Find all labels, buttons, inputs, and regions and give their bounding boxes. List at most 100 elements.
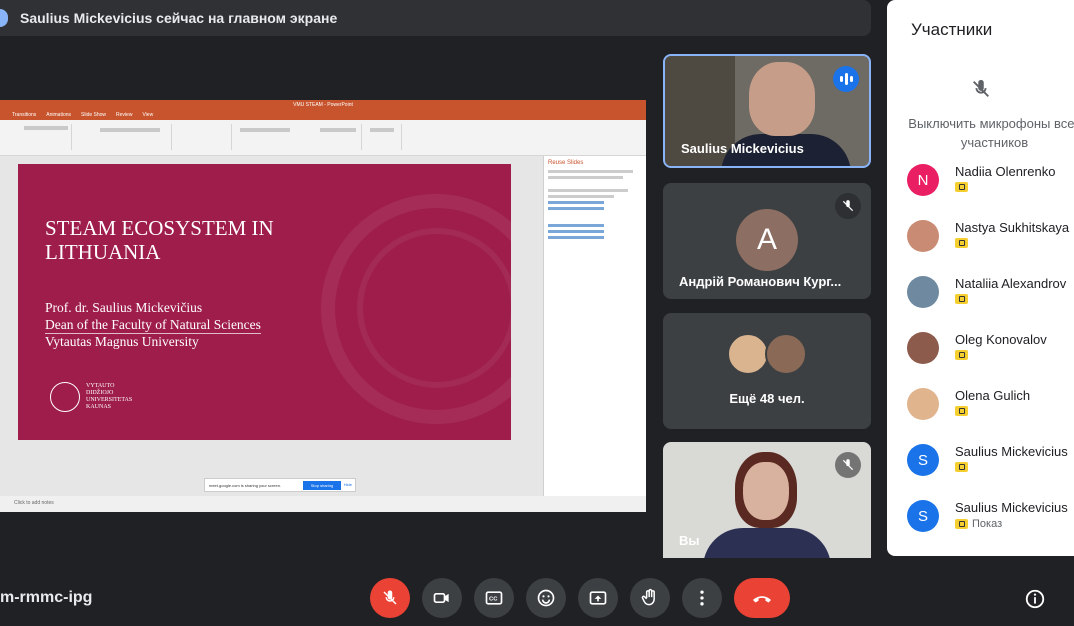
participant-thumbnail	[727, 333, 769, 375]
ppt-ribbon	[0, 120, 646, 156]
avatar	[907, 388, 939, 420]
paragraph-tools	[100, 128, 160, 132]
ppt-tab: Animations	[46, 112, 72, 118]
reactions-button[interactable]	[526, 578, 566, 618]
avatar: N	[907, 164, 939, 196]
participant-name: Nataliia Alexandrov	[955, 276, 1067, 291]
participant-row[interactable]: S Saulius Mickevicius	[887, 440, 1074, 496]
presenting-label: Показ	[972, 518, 1003, 530]
panel-title: Участники	[911, 20, 993, 39]
presenting-banner: Saulius Mickevicius сейчас на главном эк…	[0, 0, 871, 36]
participant-name: Oleg Konovalov	[955, 332, 1047, 347]
participant-name: Saulius Mickevicius	[955, 500, 1068, 515]
hide-share-notice-button[interactable]: Hide	[344, 482, 352, 487]
present-screen-button[interactable]	[578, 578, 618, 618]
leave-call-button[interactable]	[734, 578, 790, 618]
screen-share-icon	[955, 350, 968, 360]
slide-university: Vytautas Magnus University	[45, 334, 199, 349]
banner-text: Saulius Mickevicius сейчас на главном эк…	[20, 10, 338, 26]
participant-row[interactable]: N Nadiia Olenrenko	[887, 160, 1074, 216]
speaker-face	[749, 62, 815, 136]
screen-share-icon	[955, 462, 968, 472]
hand-icon	[641, 588, 655, 606]
presenting-badge	[955, 182, 968, 192]
captions-icon: CC	[485, 591, 503, 605]
more-participants-tile[interactable]: Ещё 48 чел.	[663, 313, 871, 429]
captions-button[interactable]: CC	[474, 578, 514, 618]
reuse-slides-title: Reuse Slides	[548, 160, 584, 166]
avatar	[907, 332, 939, 364]
mic-off-icon	[383, 590, 397, 605]
screen-share-icon	[955, 182, 968, 192]
pane-link	[548, 201, 605, 204]
participant-name: Saulius Mickevicius	[955, 444, 1068, 459]
presenting-badge	[955, 294, 968, 304]
raise-hand-button[interactable]	[630, 578, 670, 618]
tile-name: Вы	[679, 533, 700, 548]
font-box	[24, 126, 68, 130]
video-tile-self[interactable]: Вы	[663, 442, 871, 558]
ribbon-group	[172, 124, 232, 150]
share-notice-text: meet.google.com is sharing your screen.	[209, 482, 282, 488]
participant-name: Nadiia Olenrenko	[955, 164, 1056, 179]
pane-link	[548, 230, 605, 233]
avatar: A	[736, 209, 798, 271]
participant-row[interactable]: Nastya Sukhitskaya	[887, 216, 1074, 272]
mic-off-icon	[835, 452, 861, 478]
participant-name: Olena Gulich	[955, 388, 1031, 403]
notes-placeholder: Click to add notes	[14, 500, 54, 506]
meet-window: Saulius Mickevicius сейчас на главном эк…	[0, 0, 1074, 626]
more-options-button[interactable]	[682, 578, 722, 618]
tile-name: Saulius Mickevicius	[681, 141, 804, 156]
shape-fill	[320, 128, 356, 132]
video-tile-participant[interactable]: A Андрій Романович Кург...	[663, 183, 871, 299]
presenting-badge: Показ	[955, 518, 1002, 530]
shape-tools	[240, 128, 290, 132]
info-icon	[1025, 589, 1045, 609]
mute-all-label: Выключить микрофоны всех участников	[908, 116, 1074, 150]
pane-link	[548, 207, 605, 210]
slide-position: Dean of the Faculty of Natural Sciences	[45, 317, 261, 334]
shared-screen: VMU STEAM - PowerPoint Transitions Anima…	[0, 100, 646, 512]
find-tools	[370, 128, 394, 132]
stop-sharing-button[interactable]: Stop sharing	[303, 481, 341, 490]
ppt-window-title: VMU STEAM - PowerPoint	[0, 100, 646, 110]
meeting-code: m-rmmc-ipg	[0, 589, 93, 606]
university-logo: VYTAUTO DIDŽIOJO UNIVERSITETAS KAUNAS	[50, 382, 132, 412]
banner-indicator	[0, 9, 8, 27]
self-body	[703, 528, 831, 558]
screen-share-icon	[955, 519, 968, 529]
ppt-tab: Review	[116, 112, 133, 118]
meeting-details-button[interactable]	[1020, 584, 1050, 614]
pane-link	[548, 224, 605, 227]
speaking-indicator-icon	[833, 66, 859, 92]
university-seal-watermark-inner	[357, 228, 511, 388]
ppt-tab: Transitions	[12, 112, 37, 118]
participant-row[interactable]: Olena Gulich	[887, 384, 1074, 440]
avatar: S	[907, 444, 939, 476]
participant-row[interactable]: Oleg Konovalov	[887, 328, 1074, 384]
presenting-badge	[955, 238, 968, 248]
ppt-ribbon-tabs: Transitions Animations Slide Show Review…	[0, 110, 646, 120]
participant-row[interactable]: Nataliia Alexandrov	[887, 272, 1074, 328]
participants-panel: Участники Выключить микрофоны всех участ…	[887, 0, 1074, 556]
microphone-toggle-button[interactable]	[370, 578, 410, 618]
slide-subtitle: Prof. dr. Saulius Mickevičius Dean of th…	[45, 300, 261, 351]
video-tile-speaker[interactable]: Saulius Mickevicius	[663, 54, 871, 168]
avatar	[907, 220, 939, 252]
ppt-tab: Slide Show	[81, 112, 107, 118]
avatar: S	[907, 500, 939, 532]
camera-toggle-button[interactable]	[422, 578, 462, 618]
pane-link	[548, 236, 605, 239]
screen-share-icon	[955, 238, 968, 248]
screen-share-notice: meet.google.com is sharing your screen. …	[204, 478, 356, 492]
mute-all-button[interactable]	[887, 78, 1074, 105]
more-participants-label: Ещё 48 чел.	[729, 391, 805, 406]
ppt-workspace: STEAM ECOSYSTEM IN LITHUANIA Prof. dr. S…	[0, 156, 646, 496]
emoji-icon	[537, 589, 555, 607]
mic-off-icon	[972, 79, 989, 97]
presenting-badge	[955, 350, 968, 360]
slide-author: Prof. dr. Saulius Mickevičius	[45, 300, 203, 315]
participant-name: Nastya Sukhitskaya	[955, 220, 1070, 235]
participant-row[interactable]: S Saulius Mickevicius Показ	[887, 496, 1074, 552]
